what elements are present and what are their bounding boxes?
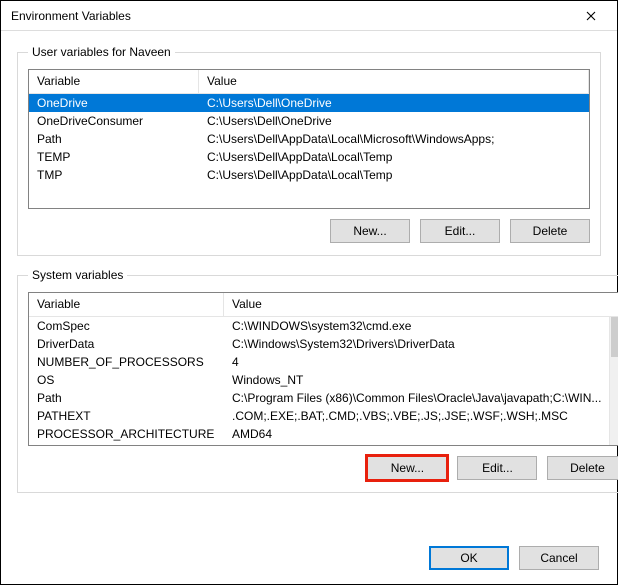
system-list-body: ComSpecC:\WINDOWS\system32\cmd.exeDriver… — [29, 317, 609, 443]
system-variables-list[interactable]: Variable Value ComSpecC:\WINDOWS\system3… — [28, 292, 618, 446]
header-scroll-spacer — [609, 293, 618, 316]
table-row[interactable]: OneDriveConsumerC:\Users\Dell\OneDrive — [29, 112, 589, 130]
user-new-button[interactable]: New... — [330, 219, 410, 243]
ok-button[interactable]: OK — [429, 546, 509, 570]
cell-variable: TEMP — [29, 149, 199, 165]
table-row[interactable]: OSWindows_NT — [29, 371, 609, 389]
cell-value: C:\Windows\System32\Drivers\DriverData — [224, 336, 609, 352]
cell-variable: OneDriveConsumer — [29, 113, 199, 129]
cell-value: 4 — [224, 354, 609, 370]
user-edit-button[interactable]: Edit... — [420, 219, 500, 243]
system-list-header: Variable Value — [29, 293, 618, 317]
cell-value: C:\Users\Dell\AppData\Local\Microsoft\Wi… — [199, 131, 589, 147]
system-button-row: New... Edit... Delete — [28, 456, 618, 480]
user-button-row: New... Edit... Delete — [28, 219, 590, 243]
cell-variable: TMP — [29, 167, 199, 183]
user-variables-legend: User variables for Naveen — [28, 45, 175, 59]
cancel-button[interactable]: Cancel — [519, 546, 599, 570]
system-edit-button[interactable]: Edit... — [457, 456, 537, 480]
user-delete-button[interactable]: Delete — [510, 219, 590, 243]
table-row[interactable]: TEMPC:\Users\Dell\AppData\Local\Temp — [29, 148, 589, 166]
environment-variables-dialog: Environment Variables User variables for… — [0, 0, 618, 585]
user-list-body: OneDriveC:\Users\Dell\OneDriveOneDriveCo… — [29, 94, 589, 184]
cell-variable: PATHEXT — [29, 408, 224, 424]
table-row[interactable]: PROCESSOR_ARCHITECTUREAMD64 — [29, 425, 609, 443]
close-icon — [586, 11, 596, 21]
table-row[interactable]: PathC:\Users\Dell\AppData\Local\Microsof… — [29, 130, 589, 148]
system-variables-group: System variables Variable Value ComSpecC… — [17, 268, 618, 493]
cell-variable: OneDrive — [29, 95, 199, 111]
cell-value: Windows_NT — [224, 372, 609, 388]
dialog-content: User variables for Naveen Variable Value… — [1, 31, 617, 542]
table-row[interactable]: PathC:\Program Files (x86)\Common Files\… — [29, 389, 609, 407]
table-row[interactable]: PATHEXT.COM;.EXE;.BAT;.CMD;.VBS;.VBE;.JS… — [29, 407, 609, 425]
close-button[interactable] — [571, 3, 611, 29]
table-row[interactable]: ComSpecC:\WINDOWS\system32\cmd.exe — [29, 317, 609, 335]
cell-variable: DriverData — [29, 336, 224, 352]
user-list-header: Variable Value — [29, 70, 589, 94]
cell-variable: OS — [29, 372, 224, 388]
user-variables-group: User variables for Naveen Variable Value… — [17, 45, 601, 256]
system-new-button[interactable]: New... — [367, 456, 447, 480]
cell-value: C:\Users\Dell\OneDrive — [199, 113, 589, 129]
user-col-variable[interactable]: Variable — [29, 70, 199, 93]
cell-variable: Path — [29, 390, 224, 406]
window-title: Environment Variables — [11, 9, 571, 23]
system-col-variable[interactable]: Variable — [29, 293, 224, 316]
cell-value: C:\Users\Dell\AppData\Local\Temp — [199, 167, 589, 183]
system-delete-button[interactable]: Delete — [547, 456, 618, 480]
cell-value: .COM;.EXE;.BAT;.CMD;.VBS;.VBE;.JS;.JSE;.… — [224, 408, 609, 424]
user-variables-list[interactable]: Variable Value OneDriveC:\Users\Dell\One… — [28, 69, 590, 209]
cell-value: C:\Program Files (x86)\Common Files\Orac… — [224, 390, 609, 406]
cell-variable: ComSpec — [29, 318, 224, 334]
scrollbar-thumb[interactable] — [611, 317, 618, 357]
dialog-footer: OK Cancel — [1, 542, 617, 584]
cell-variable: NUMBER_OF_PROCESSORS — [29, 354, 224, 370]
system-variables-legend: System variables — [28, 268, 127, 282]
cell-variable: Path — [29, 131, 199, 147]
user-col-value[interactable]: Value — [199, 70, 589, 93]
table-row[interactable]: OneDriveC:\Users\Dell\OneDrive — [29, 94, 589, 112]
cell-value: C:\WINDOWS\system32\cmd.exe — [224, 318, 609, 334]
cell-value: AMD64 — [224, 426, 609, 442]
titlebar: Environment Variables — [1, 1, 617, 31]
cell-value: C:\Users\Dell\OneDrive — [199, 95, 589, 111]
table-row[interactable]: DriverDataC:\Windows\System32\Drivers\Dr… — [29, 335, 609, 353]
table-row[interactable]: NUMBER_OF_PROCESSORS4 — [29, 353, 609, 371]
table-row[interactable]: TMPC:\Users\Dell\AppData\Local\Temp — [29, 166, 589, 184]
cell-value: C:\Users\Dell\AppData\Local\Temp — [199, 149, 589, 165]
system-scrollbar[interactable] — [609, 317, 618, 445]
cell-variable: PROCESSOR_ARCHITECTURE — [29, 426, 224, 442]
system-col-value[interactable]: Value — [224, 293, 609, 316]
